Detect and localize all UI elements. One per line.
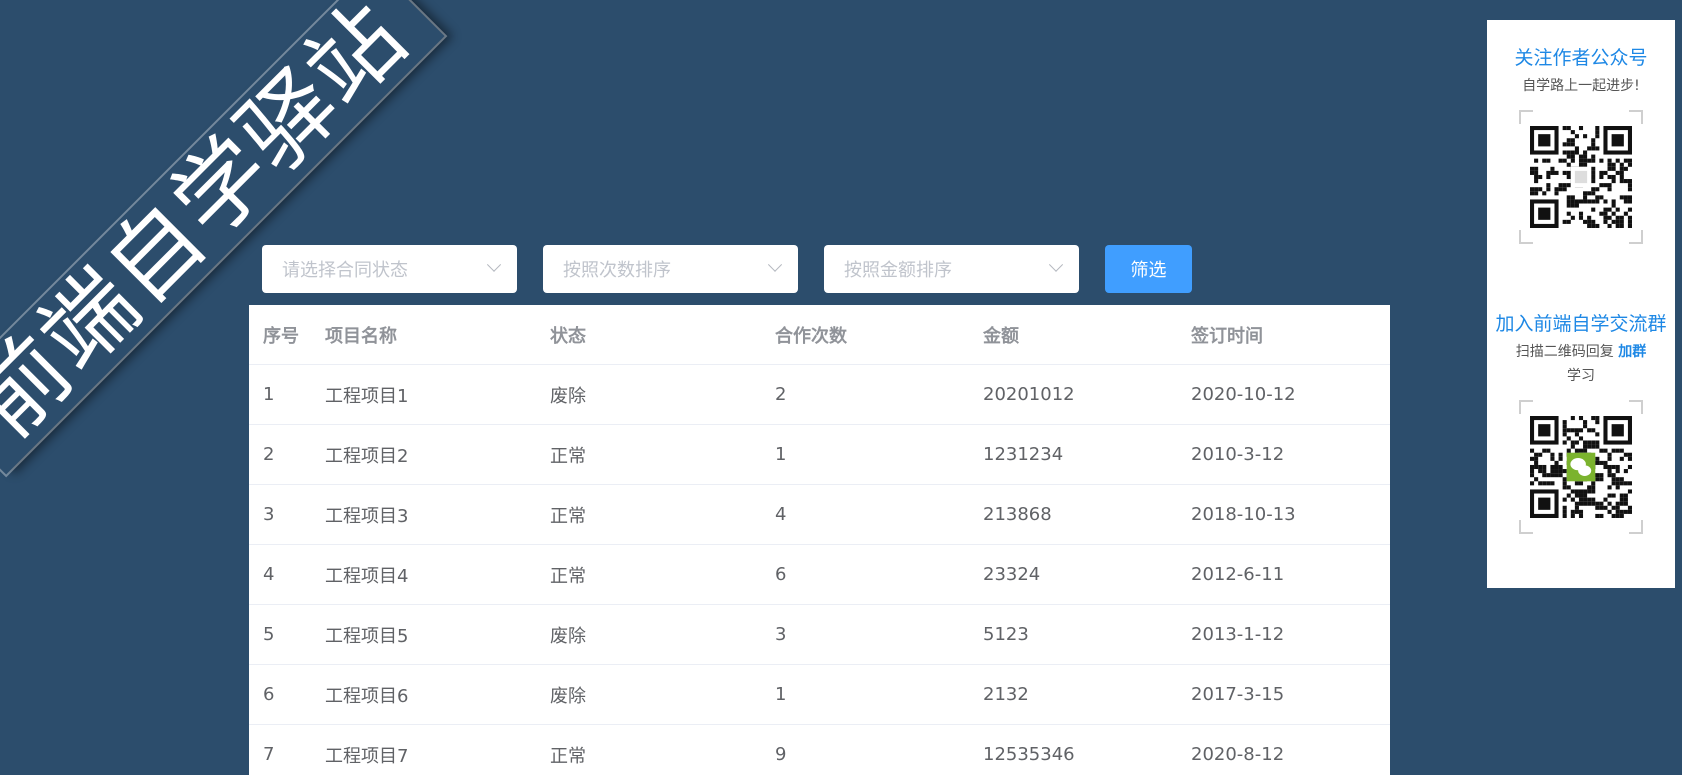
header-status: 状态 bbox=[536, 305, 761, 365]
count-sort-select[interactable]: 按照次数排序 bbox=[543, 245, 798, 293]
chevron-down-icon bbox=[768, 258, 782, 272]
status-select[interactable]: 请选择合同状态 bbox=[262, 245, 517, 293]
group-section: 加入前端自学交流群 扫描二维码回复 加群 学习 bbox=[1487, 310, 1675, 534]
chevron-down-icon bbox=[1049, 258, 1063, 272]
cell-index: 3 bbox=[249, 485, 311, 545]
frame-corner bbox=[1519, 230, 1533, 244]
cell-date: 2018-10-13 bbox=[1177, 485, 1390, 545]
table-row: 1 工程项目1 废除 2 20201012 2020-10-12 bbox=[249, 365, 1390, 425]
cell-date: 2017-3-15 bbox=[1177, 665, 1390, 725]
official-account-qr bbox=[1519, 110, 1643, 244]
amount-sort-placeholder: 按照金额排序 bbox=[844, 256, 952, 282]
contract-table: 序号 项目名称 状态 合作次数 金额 签订时间 1 工程项目1 废除 2 202… bbox=[249, 305, 1390, 775]
promo-panel: 关注作者公众号 自学路上一起进步! 加入前端自学交流群 扫描二维码回复 加群 学… bbox=[1487, 20, 1675, 588]
cell-project-name: 工程项目6 bbox=[311, 665, 536, 725]
cell-amount: 23324 bbox=[969, 545, 1177, 605]
cell-date: 2020-10-12 bbox=[1177, 365, 1390, 425]
cell-amount: 213868 bbox=[969, 485, 1177, 545]
follow-title: 关注作者公众号 bbox=[1487, 44, 1675, 72]
cell-count: 6 bbox=[761, 545, 969, 605]
table-row: 3 工程项目3 正常 4 213868 2018-10-13 bbox=[249, 485, 1390, 545]
cell-status: 废除 bbox=[536, 365, 761, 425]
cell-count: 3 bbox=[761, 605, 969, 665]
frame-corner bbox=[1519, 520, 1533, 534]
cell-amount: 12535346 bbox=[969, 725, 1177, 775]
header-index: 序号 bbox=[249, 305, 311, 365]
frame-corner bbox=[1519, 400, 1533, 414]
cell-project-name: 工程项目3 bbox=[311, 485, 536, 545]
group-sub-highlight: 加群 bbox=[1618, 344, 1646, 360]
amount-sort-select[interactable]: 按照金额排序 bbox=[824, 245, 1079, 293]
cell-count: 4 bbox=[761, 485, 969, 545]
cell-amount: 5123 bbox=[969, 605, 1177, 665]
filter-bar: 请选择合同状态 按照次数排序 按照金额排序 筛选 bbox=[262, 245, 1192, 293]
frame-corner bbox=[1629, 520, 1643, 534]
filter-button[interactable]: 筛选 bbox=[1105, 245, 1192, 293]
cell-project-name: 工程项目1 bbox=[311, 365, 536, 425]
cell-index: 5 bbox=[249, 605, 311, 665]
cell-project-name: 工程项目2 bbox=[311, 425, 536, 485]
cell-project-name: 工程项目7 bbox=[311, 725, 536, 775]
header-amount: 金额 bbox=[969, 305, 1177, 365]
cell-project-name: 工程项目4 bbox=[311, 545, 536, 605]
cell-index: 7 bbox=[249, 725, 311, 775]
cell-index: 6 bbox=[249, 665, 311, 725]
cell-status: 正常 bbox=[536, 725, 761, 775]
cell-amount: 20201012 bbox=[969, 365, 1177, 425]
cell-count: 9 bbox=[761, 725, 969, 775]
status-select-placeholder: 请选择合同状态 bbox=[282, 256, 408, 282]
header-sign-date: 签订时间 bbox=[1177, 305, 1390, 365]
header-project-name: 项目名称 bbox=[311, 305, 536, 365]
cell-count: 2 bbox=[761, 365, 969, 425]
group-sub-prefix: 扫描二维码回复 bbox=[1516, 344, 1618, 360]
data-table: 序号 项目名称 状态 合作次数 金额 签订时间 1 工程项目1 废除 2 202… bbox=[249, 305, 1390, 775]
cell-date: 2012-6-11 bbox=[1177, 545, 1390, 605]
cell-status: 正常 bbox=[536, 425, 761, 485]
frame-corner bbox=[1629, 110, 1643, 124]
header-cooperation-count: 合作次数 bbox=[761, 305, 969, 365]
group-subtitle: 扫描二维码回复 加群 学习 bbox=[1487, 340, 1675, 388]
table-row: 2 工程项目2 正常 1 1231234 2010-3-12 bbox=[249, 425, 1390, 485]
table-row: 4 工程项目4 正常 6 23324 2012-6-11 bbox=[249, 545, 1390, 605]
cell-status: 废除 bbox=[536, 605, 761, 665]
cell-date: 2013-1-12 bbox=[1177, 605, 1390, 665]
cell-count: 1 bbox=[761, 425, 969, 485]
cell-index: 4 bbox=[249, 545, 311, 605]
cell-status: 正常 bbox=[536, 545, 761, 605]
cell-project-name: 工程项目5 bbox=[311, 605, 536, 665]
cell-amount: 1231234 bbox=[969, 425, 1177, 485]
chevron-down-icon bbox=[487, 258, 501, 272]
frame-corner bbox=[1519, 110, 1533, 124]
cell-status: 正常 bbox=[536, 485, 761, 545]
table-header-row: 序号 项目名称 状态 合作次数 金额 签订时间 bbox=[249, 305, 1390, 365]
cell-date: 2020-8-12 bbox=[1177, 725, 1390, 775]
frame-corner bbox=[1629, 230, 1643, 244]
wechat-group-qr bbox=[1519, 400, 1643, 534]
qr-code-icon bbox=[1530, 126, 1632, 228]
group-title: 加入前端自学交流群 bbox=[1487, 310, 1675, 338]
cell-status: 废除 bbox=[536, 665, 761, 725]
qr-code-icon bbox=[1530, 416, 1632, 518]
table-row: 6 工程项目6 废除 1 2132 2017-3-15 bbox=[249, 665, 1390, 725]
cell-count: 1 bbox=[761, 665, 969, 725]
follow-subtitle: 自学路上一起进步! bbox=[1487, 74, 1675, 98]
cell-amount: 2132 bbox=[969, 665, 1177, 725]
table-row: 7 工程项目7 正常 9 12535346 2020-8-12 bbox=[249, 725, 1390, 775]
cell-date: 2010-3-12 bbox=[1177, 425, 1390, 485]
group-sub-suffix: 学习 bbox=[1567, 368, 1595, 384]
cell-index: 1 bbox=[249, 365, 311, 425]
frame-corner bbox=[1629, 400, 1643, 414]
table-row: 5 工程项目5 废除 3 5123 2013-1-12 bbox=[249, 605, 1390, 665]
cell-index: 2 bbox=[249, 425, 311, 485]
count-sort-placeholder: 按照次数排序 bbox=[563, 256, 671, 282]
